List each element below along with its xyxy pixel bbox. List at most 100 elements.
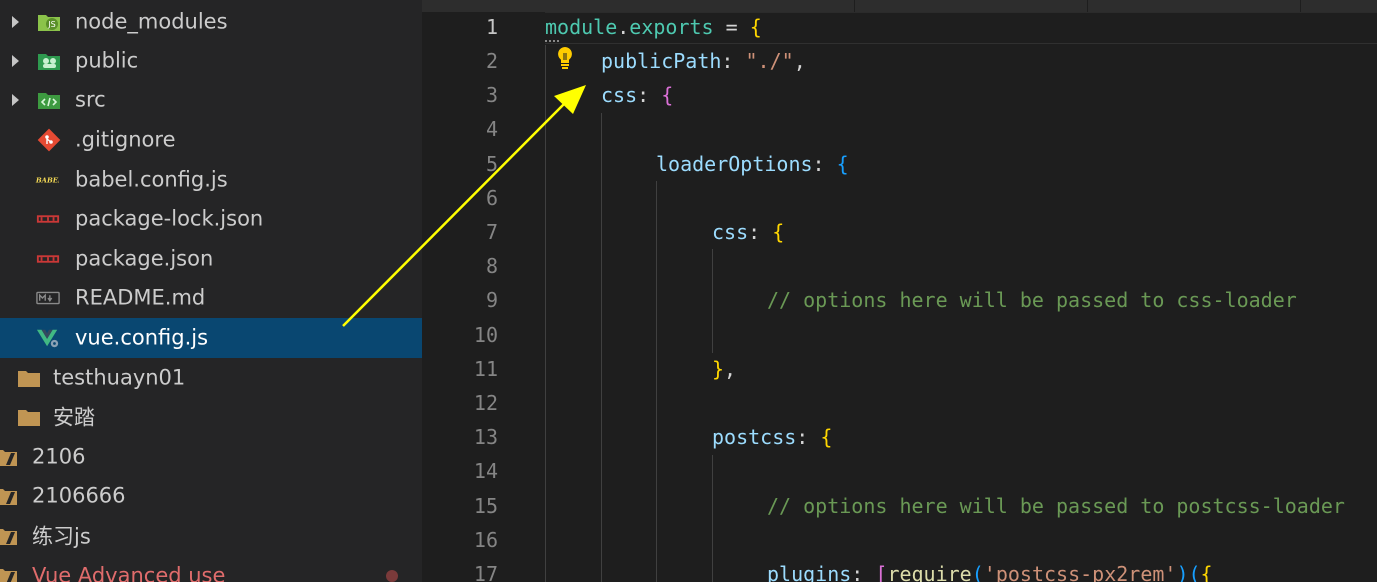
token-brace: { (661, 83, 674, 107)
token-brace: { (836, 152, 849, 176)
explorer-item-testhuayn01[interactable]: testhuayn01 (0, 358, 422, 398)
public-folder-icon (38, 54, 60, 70)
code-line-5: loaderOptions: { (656, 152, 849, 176)
explorer-item-label: 练习js (32, 524, 91, 549)
explorer-item-label: vue.config.js (75, 325, 209, 350)
code-editor[interactable]: 1 2 3 4 5 6 7 8 9 10 11 12 13 14 15 16 1… (422, 0, 1377, 582)
token-colon: : (796, 425, 821, 449)
chevron-right-icon[interactable] (12, 55, 19, 67)
svg-text:JS: JS (47, 20, 55, 29)
code-line-11: }, (712, 357, 736, 381)
line-number: 13 (473, 425, 498, 449)
token-key: plugins (767, 562, 852, 582)
folder-icon (18, 410, 40, 426)
src-folder-icon (38, 93, 60, 109)
token-brace: } (712, 357, 725, 381)
line-number: 10 (473, 323, 498, 347)
explorer-item-2106666[interactable]: 2106666 (0, 476, 422, 516)
code-line-13: postcss: { (712, 425, 832, 449)
token-brace: { (749, 15, 762, 39)
token-module: module (545, 15, 618, 39)
line-number: 12 (473, 391, 498, 415)
line-number: 5 (485, 152, 498, 176)
indent-guide (712, 455, 713, 582)
markdown-icon (36, 291, 60, 305)
explorer-item-vue-config[interactable]: vue.config.js (0, 318, 422, 358)
line-number: 16 (473, 528, 498, 552)
token-comment: // options here will be passed to postcs… (767, 494, 1345, 518)
folder-icon (0, 489, 17, 505)
explorer-item-gitignore[interactable]: .gitignore (0, 120, 422, 160)
code-line-17: plugins: [require('postcss-px2rem')({ (767, 562, 1213, 582)
explorer-item-label: package.json (75, 246, 214, 271)
token-string: 'postcss-px2rem' (983, 562, 1177, 582)
token-key: loaderOptions (656, 152, 813, 176)
explorer-item-label: README.md (75, 285, 206, 310)
explorer-item-label: Vue Advanced use (32, 563, 226, 582)
token-bracket: [ (875, 562, 888, 582)
folder-icon (0, 529, 17, 545)
token-comma: , (793, 49, 806, 73)
explorer-item-src[interactable]: src (0, 80, 422, 120)
token-exports: exports (629, 15, 714, 39)
explorer-item-label: package-lock.json (75, 206, 264, 231)
line-number: 2 (485, 49, 498, 73)
explorer-item-anta[interactable]: 安踏 (0, 397, 422, 437)
chevron-right-icon[interactable] (12, 94, 19, 106)
explorer-item-label: src (75, 87, 106, 112)
code-line-15: // options here will be passed to postcs… (767, 494, 1345, 518)
explorer-item-practice-js[interactable]: 练习js (0, 516, 422, 556)
token-brace: { (772, 220, 785, 244)
folder-icon (0, 569, 17, 582)
token-colon: : (721, 49, 746, 73)
npm-icon (36, 255, 60, 263)
modified-dot-icon (386, 570, 398, 582)
chevron-right-icon[interactable] (12, 16, 19, 28)
token-brace: { (820, 425, 833, 449)
npm-icon (36, 215, 60, 223)
explorer-item-vue-advanced-use[interactable]: Vue Advanced use (0, 556, 422, 582)
explorer-item-label: 2106 (32, 444, 86, 469)
token-key: css (601, 83, 638, 107)
token-colon: : (748, 220, 773, 244)
token-dot: . (617, 15, 630, 39)
explorer-item-node-modules[interactable]: JS node_modules (0, 2, 422, 42)
code-line-2: publicPath: "./", (601, 49, 806, 73)
token-colon: : (812, 152, 837, 176)
token-paren: )( (1176, 562, 1201, 582)
folder-icon (18, 371, 40, 387)
indent-guide (545, 45, 546, 582)
token-key: publicPath (601, 49, 722, 73)
token-function: require (887, 562, 972, 582)
explorer-sidebar: JS node_modules public src .gitignore BA… (0, 0, 422, 582)
token-key: postcss (712, 425, 797, 449)
tab-divider (1300, 0, 1301, 12)
explorer-item-label: public (75, 48, 139, 73)
tab-divider (854, 0, 855, 12)
token-key: css (712, 220, 749, 244)
node-modules-folder-icon: JS (38, 15, 60, 31)
explorer-item-babel-config[interactable]: BABEL babel.config.js (0, 160, 422, 200)
line-number: 11 (473, 357, 498, 381)
lightbulb-icon[interactable] (555, 45, 575, 73)
explorer-item-package-json[interactable]: package.json (0, 239, 422, 279)
code-line-3: css: { (601, 83, 673, 107)
explorer-item-label: node_modules (75, 9, 228, 34)
babel-icon: BABEL (35, 177, 59, 185)
token-string: "./" (745, 49, 794, 73)
svg-text:BABEL: BABEL (35, 177, 59, 185)
info-dots-icon (545, 40, 559, 45)
explorer-item-package-lock[interactable]: package-lock.json (0, 199, 422, 239)
explorer-item-public[interactable]: public (0, 41, 422, 81)
explorer-item-readme[interactable]: README.md (0, 278, 422, 318)
line-number: 9 (485, 288, 498, 312)
line-number: 14 (473, 459, 498, 483)
explorer-item-2106[interactable]: 2106 (0, 437, 422, 477)
tab-divider (1087, 0, 1088, 12)
explorer-item-label: testhuayn01 (53, 365, 186, 390)
code-line-1: module.exports = { (545, 15, 762, 39)
token-comma: , (724, 357, 737, 381)
token-brace: { (1200, 562, 1213, 582)
explorer-item-label: babel.config.js (75, 167, 228, 192)
token-eq: = (713, 15, 750, 39)
